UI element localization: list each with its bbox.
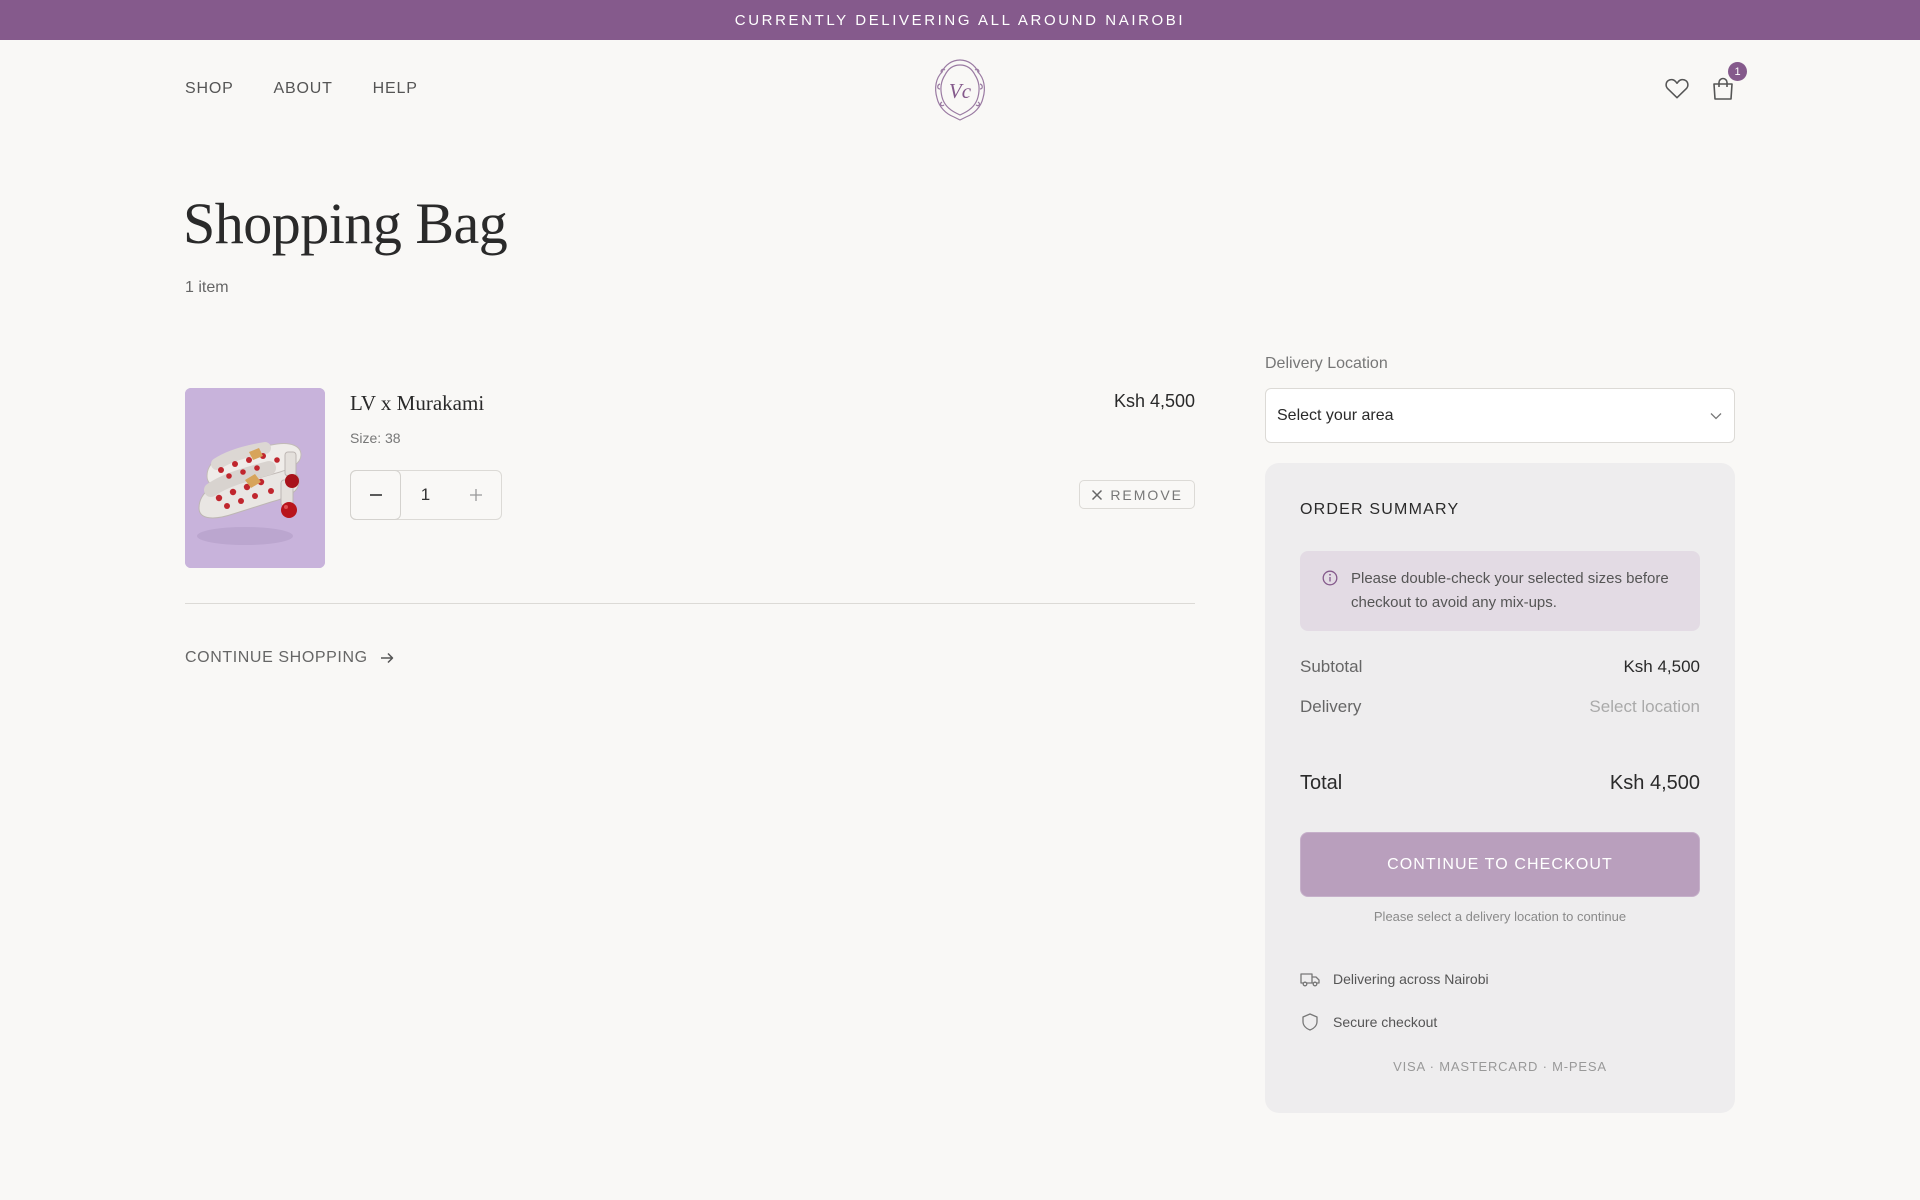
svg-text:Vc: Vc [949, 79, 972, 103]
cart-item: LV x Murakami Size: 38 Ksh 4,500 1 REMOV… [185, 388, 1195, 604]
continue-to-checkout-button[interactable]: CONTINUE TO CHECKOUT [1300, 832, 1700, 897]
checkout-hint: Please select a delivery location to con… [1373, 909, 1627, 924]
delivery-perk-text: Delivering across Nairobi [1333, 971, 1489, 987]
delivery-value: Select location [1589, 697, 1700, 716]
arrow-right-icon [380, 652, 393, 664]
increase-quantity-button[interactable] [451, 471, 501, 519]
continue-shopping-link[interactable]: CONTINUE SHOPPING [185, 649, 394, 667]
nav-about[interactable]: ABOUT [274, 80, 333, 98]
order-summary-title: ORDER SUMMARY [1300, 501, 1460, 518]
delivery-area-select[interactable]: Select your area [1265, 388, 1735, 443]
shopping-bag-icon [1713, 77, 1733, 100]
chevron-down-icon [1710, 412, 1722, 419]
remove-label: REMOVE [1110, 486, 1183, 503]
product-price: Ksh 4,500 [1113, 391, 1195, 411]
brand-logo[interactable]: Vc [931, 56, 989, 122]
product-image[interactable] [185, 388, 325, 568]
remove-item-button[interactable]: REMOVE [1079, 480, 1195, 509]
cart-count-badge: 1 [1728, 62, 1747, 81]
product-size: Size: 38 [350, 430, 401, 446]
order-summary-panel: ORDER SUMMARY Please double-check your s… [1265, 463, 1735, 1113]
cart-button[interactable]: 1 [1711, 62, 1747, 102]
quantity-value: 1 [420, 485, 431, 504]
subtotal-label: Subtotal [1300, 657, 1363, 676]
nav-help[interactable]: HELP [373, 80, 418, 98]
announcement-bar: CURRENTLY DELIVERING ALL AROUND NAIROBI [0, 0, 1920, 40]
size-notice: Please double-check your selected sizes … [1300, 551, 1700, 631]
truck-icon [1300, 973, 1320, 987]
subtotal-value: Ksh 4,500 [1623, 657, 1700, 676]
main-nav: SHOP ABOUT HELP [185, 80, 418, 98]
subtotal-row: Subtotal Ksh 4,500 [1300, 657, 1700, 677]
delivery-location-label: Delivery Location [1265, 355, 1388, 372]
total-value: Ksh 4,500 [1609, 772, 1700, 794]
delivery-row: Delivery Select location [1300, 697, 1700, 717]
continue-shopping-label: CONTINUE SHOPPING [185, 649, 368, 666]
header-actions: 1 [1665, 62, 1747, 102]
product-name[interactable]: LV x Murakami [350, 391, 484, 416]
area-select-value: Select your area [1277, 406, 1394, 424]
x-icon [1092, 489, 1103, 500]
secure-perk: Secure checkout [1300, 1013, 1437, 1031]
size-notice-text: Please double-check your selected sizes … [1351, 570, 1669, 611]
page-title: Shopping Bag [183, 191, 508, 256]
logo-crest-icon: Vc [935, 59, 985, 121]
sandal-illustration [185, 388, 325, 568]
nav-shop[interactable]: SHOP [185, 80, 234, 98]
total-label: Total [1300, 772, 1343, 794]
info-icon [1322, 570, 1338, 586]
item-count: 1 item [185, 279, 229, 296]
minus-icon [369, 494, 382, 496]
secure-perk-text: Secure checkout [1333, 1014, 1438, 1030]
shield-icon [1302, 1013, 1318, 1031]
wishlist-button[interactable] [1665, 76, 1689, 102]
delivery-label: Delivery [1300, 697, 1362, 716]
payment-methods: VISA · MASTERCARD · M-PESA [1393, 1059, 1607, 1074]
delivery-perk: Delivering across Nairobi [1300, 971, 1489, 987]
decrease-quantity-button[interactable] [350, 470, 401, 520]
total-row: Total Ksh 4,500 [1300, 772, 1700, 795]
plus-icon [470, 489, 482, 501]
announcement-text: CURRENTLY DELIVERING ALL AROUND NAIROBI [734, 11, 1186, 29]
quantity-stepper: 1 [350, 470, 502, 520]
heart-icon [1665, 78, 1689, 99]
